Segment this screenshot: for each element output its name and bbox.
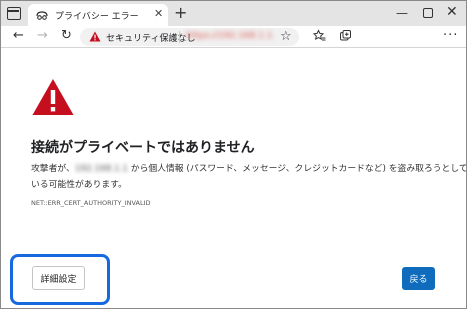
maximize-button[interactable] [423, 8, 433, 18]
window-close-button[interactable]: ✕ [446, 4, 458, 20]
advanced-button[interactable]: 詳細設定 [32, 266, 85, 290]
description-line-1: 攻撃者が、192.168.1.1 から個人情報 (パスワード、メッセージ、クレジ… [31, 161, 467, 174]
tab-actions-icon[interactable] [7, 7, 21, 20]
favorites-icon[interactable] [312, 29, 326, 46]
security-status-label[interactable]: セキュリティ保護なし [106, 31, 195, 44]
navigation-toolbar: ← → ↻ セキュリティ保護なし https://192.168.1.1 ☆ ·… [1, 26, 466, 48]
tab-close-icon[interactable]: ✕ [154, 8, 163, 20]
address-separator [179, 31, 180, 43]
incognito-mask-icon [36, 9, 48, 21]
forward-arrow-icon[interactable]: → [37, 29, 48, 43]
favorite-star-icon[interactable]: ☆ [280, 29, 292, 44]
new-tab-button[interactable]: + [174, 5, 187, 21]
warning-triangle-icon [32, 79, 74, 115]
minimize-button[interactable]: — [396, 6, 408, 20]
refresh-icon[interactable]: ↻ [61, 29, 72, 43]
error-code: NET::ERR_CERT_AUTHORITY_INVALID [31, 199, 151, 207]
more-options-icon[interactable]: ··· [443, 28, 458, 43]
address-bar[interactable]: セキュリティ保護なし https://192.168.1.1 ☆ [80, 28, 299, 46]
tab-privacy-error[interactable]: プライバシー エラー ✕ [28, 4, 168, 26]
page-heading: 接続がプライベートではありません [31, 140, 255, 156]
browser-window: プライバシー エラー ✕ + — ✕ ← → ↻ セキュリティ保護なし http… [0, 0, 467, 309]
warning-triangle-icon[interactable] [89, 31, 101, 42]
back-arrow-icon[interactable]: ← [13, 29, 24, 43]
url-text[interactable]: https://192.168.1.1 [186, 31, 273, 41]
description-line-2: いる可能性があります。 [31, 180, 127, 190]
tab-title: プライバシー エラー [55, 12, 139, 22]
description-host: 192.168.1.1 [74, 164, 128, 174]
description-prefix: 攻撃者が、 [31, 164, 75, 174]
tab-strip: プライバシー エラー ✕ + — ✕ [1, 1, 466, 26]
back-to-safety-button[interactable]: 戻る [402, 267, 435, 290]
collections-icon[interactable] [339, 29, 352, 46]
description-suffix: から個人情報 (パスワード、メッセージ、クレジットカードなど) を盗み取ろうとし… [127, 164, 467, 174]
